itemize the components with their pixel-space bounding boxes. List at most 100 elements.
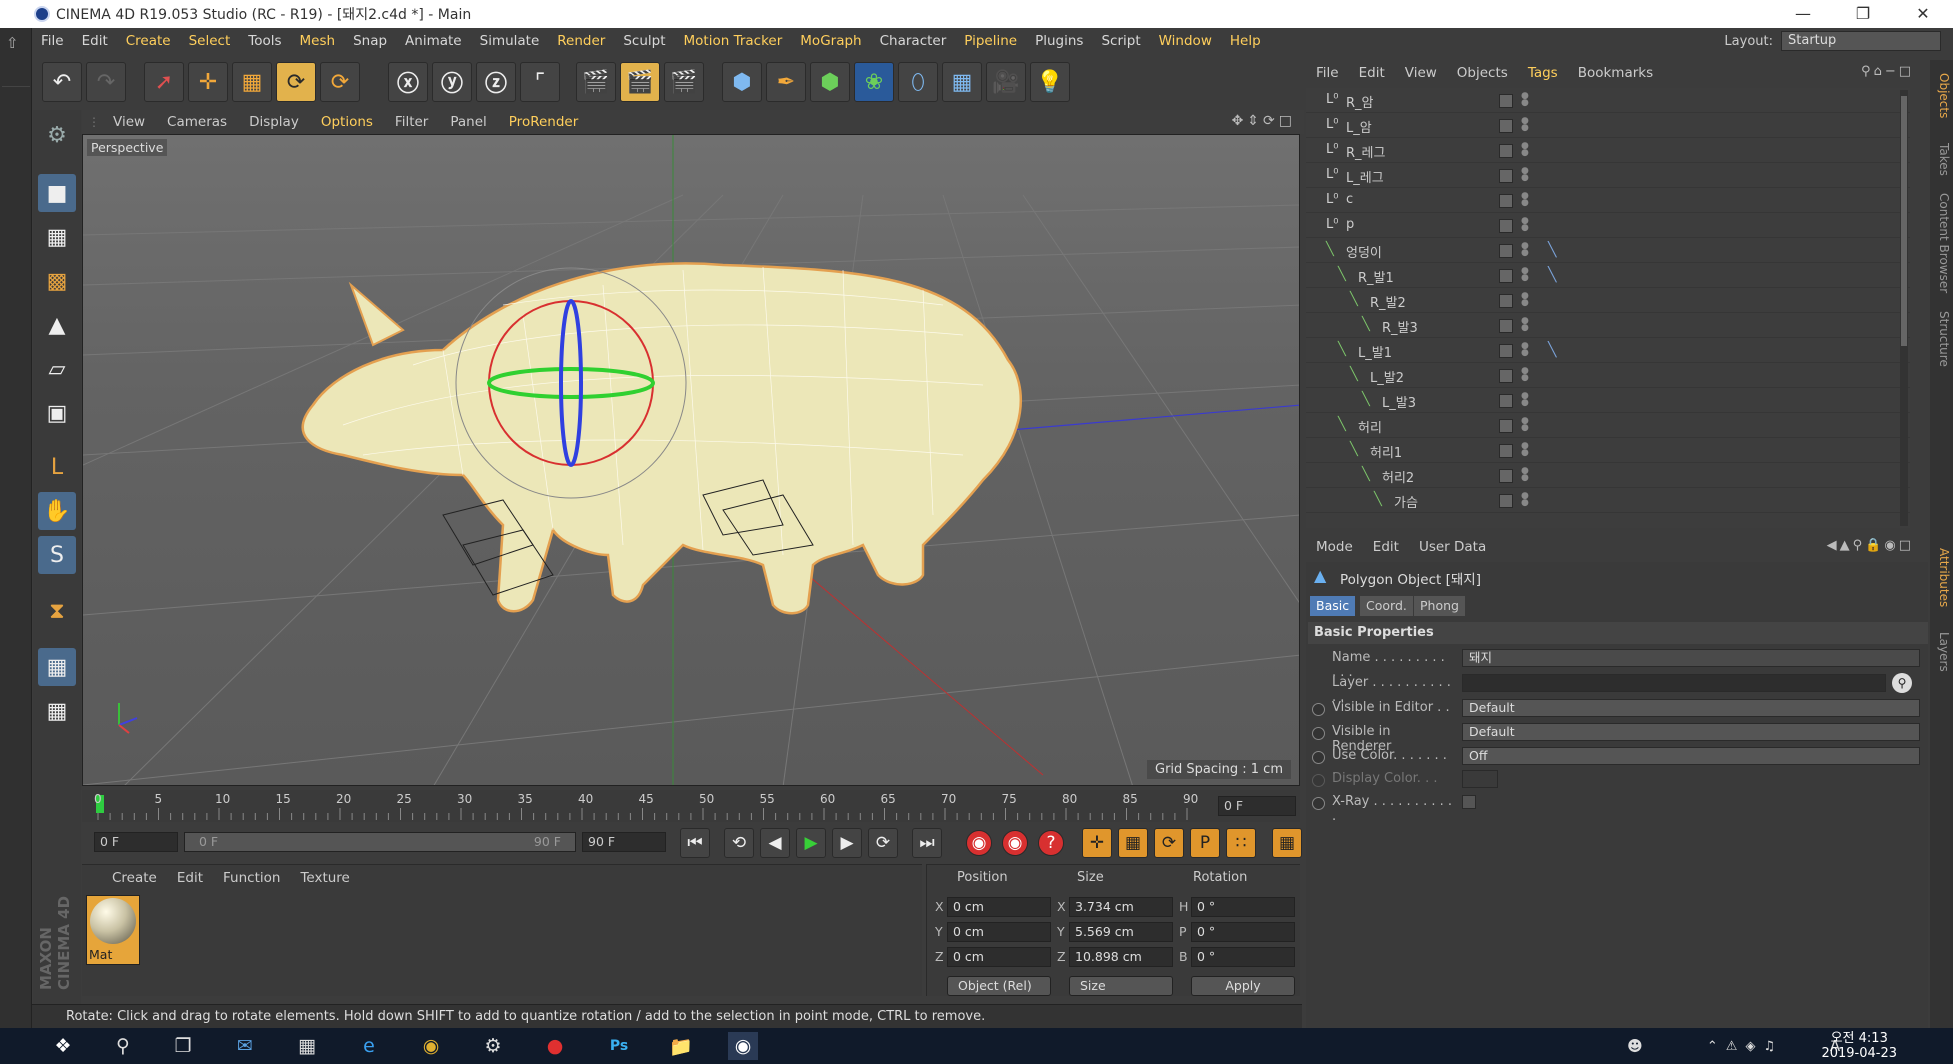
task-view-icon[interactable]: ❐ [168,1032,198,1060]
menu-simulate[interactable]: Simulate [471,28,549,54]
side-tab-attributes[interactable]: Attributes [1932,538,1951,618]
visibility-dots-icon[interactable]: ● ● [1521,467,1529,483]
layer-visibility-icon[interactable] [1499,269,1513,283]
menu-render[interactable]: Render [548,28,614,54]
layer-picker-icon[interactable]: ⚲ [1892,673,1912,693]
objects-menu-file[interactable]: File [1306,65,1349,81]
restore-icon[interactable]: ❐ [1833,0,1893,28]
scale-icon[interactable]: ▦ [232,62,272,102]
polygons-mode-icon[interactable]: ▣ [38,394,76,432]
visibility-dots-icon[interactable]: ● ● [1521,242,1529,258]
menu-sculpt[interactable]: Sculpt [614,28,674,54]
visibility-dots-icon[interactable]: ● ● [1521,292,1529,308]
previous-frame-icon[interactable]: ◀ [760,828,790,858]
x-axis-lock-icon[interactable]: ⓧ [388,62,428,102]
layer-visibility-icon[interactable] [1499,144,1513,158]
menu-animate[interactable]: Animate [396,28,471,54]
people-icon[interactable]: ☻ [1620,1032,1650,1060]
menu-mograph[interactable]: MoGraph [791,28,870,54]
visible-in-renderer-radio[interactable] [1312,727,1325,740]
object-row[interactable]: ╲ 엉덩이 ● ● ╲ [1306,238,1910,263]
visibility-dots-icon[interactable]: ● ● [1521,342,1529,358]
object-row[interactable]: ╲ R_발1 ● ● ╲ [1306,263,1910,288]
share-icon[interactable]: ⇧ [6,34,19,52]
menu-character[interactable]: Character [871,28,956,54]
grid-lock-icon[interactable]: ▦ [38,648,76,686]
visibility-dots-icon[interactable]: ● ● [1521,167,1529,183]
objects-scrollbar-thumb[interactable] [1901,96,1907,346]
layer-visibility-icon[interactable] [1499,469,1513,483]
side-tab-takes[interactable]: Takes [1932,134,1951,184]
layer-visibility-icon[interactable] [1499,169,1513,183]
object-row[interactable]: L⁰ c ● ● [1306,188,1910,213]
viewport-menu-options[interactable]: Options [310,114,384,130]
object-name[interactable]: 허리2 [1382,467,1414,486]
object-row[interactable]: ╲ 허리1 ● ● [1306,438,1910,463]
display-color-swatch[interactable] [1462,770,1498,788]
size-mode-dropdown[interactable]: Size [1069,976,1173,996]
menu-snap[interactable]: Snap [344,28,396,54]
subdivision-surface-icon[interactable]: ⬢ [810,62,850,102]
side-tab-structure[interactable]: Structure [1932,304,1951,374]
side-tab-content-browser[interactable]: Content Browser [1932,188,1951,298]
pen-spline-icon[interactable]: ✒ [766,62,806,102]
layer-visibility-icon[interactable] [1499,369,1513,383]
visibility-dots-icon[interactable]: ● ● [1521,192,1529,208]
start-icon[interactable]: ❖ [48,1032,78,1060]
objects-menu-view[interactable]: View [1395,65,1447,81]
viewport-menu-cameras[interactable]: Cameras [156,114,238,130]
viewport-nav-icons[interactable]: ✥⇕⟳□ [1232,113,1296,129]
system-tray-icons[interactable]: ⌃⚠◈♫ [1670,1032,1820,1060]
object-name[interactable]: 허리 [1358,417,1382,436]
rotation-p-field[interactable]: 0 ° [1191,922,1295,942]
visible-in-editor-radio[interactable] [1312,703,1325,716]
search-icon[interactable]: ⚲ [108,1032,138,1060]
gear-app-icon[interactable]: ⚙ [478,1032,508,1060]
tab-coord[interactable]: Coord. [1360,596,1413,616]
visibility-dots-icon[interactable]: ● ● [1521,92,1529,108]
undo-icon[interactable]: ↶ [42,62,82,102]
object-row[interactable]: L⁰ p ● ● [1306,213,1910,238]
position-x-field[interactable]: 0 cm [947,897,1051,917]
soft-selection-icon[interactable]: ▦ [38,692,76,730]
layer-visibility-icon[interactable] [1499,119,1513,133]
attributes-menu-edit[interactable]: Edit [1363,539,1409,555]
live-selection-icon[interactable]: ➚ [144,62,184,102]
object-name[interactable]: L_레그 [1346,167,1384,186]
menu-mesh[interactable]: Mesh [291,28,345,54]
z-axis-lock-icon[interactable]: ⓩ [476,62,516,102]
visibility-dots-icon[interactable]: ● ● [1521,267,1529,283]
render-to-picture-viewer-icon[interactable]: 🎬 [620,62,660,102]
texture-mode-icon[interactable]: ▦ [38,218,76,256]
object-row[interactable]: ╲ 허리2 ● ● [1306,463,1910,488]
menu-tools[interactable]: Tools [239,28,290,54]
ik-tag-icon[interactable]: ╲ [1548,242,1556,258]
x-ray-radio[interactable] [1312,797,1325,810]
objects-menu-bookmarks[interactable]: Bookmarks [1568,65,1663,81]
viewport-menu-filter[interactable]: Filter [384,114,439,130]
material-menu-create[interactable]: Create [102,870,167,886]
object-row[interactable]: L⁰ R_암 ● ● [1306,88,1910,113]
points-mode-icon[interactable]: ▲ [38,306,76,344]
recent-tools-icon[interactable]: ⟳ [320,62,360,102]
menu-help[interactable]: Help [1221,28,1270,54]
menu-edit[interactable]: Edit [73,28,117,54]
layer-visibility-icon[interactable] [1499,394,1513,408]
timeline-window-icon[interactable]: ▦ [1272,828,1302,858]
next-key-icon[interactable]: ⟳ [868,828,898,858]
visibility-dots-icon[interactable]: ● ● [1521,217,1529,233]
object-row[interactable]: ╲ L_발2 ● ● [1306,363,1910,388]
rotation-b-field[interactable]: 0 ° [1191,947,1295,967]
material-menu-edit[interactable]: Edit [167,870,213,886]
tab-phong[interactable]: Phong [1414,596,1465,616]
workplane-icon[interactable]: ▩ [38,262,76,300]
axis-mode-icon[interactable]: L [38,448,76,486]
use-color-radio[interactable] [1312,751,1325,764]
menu-select[interactable]: Select [180,28,240,54]
keyframe-selection-icon[interactable]: ? [1038,830,1064,856]
visibility-dots-icon[interactable]: ● ● [1521,317,1529,333]
chrome-icon[interactable]: ◉ [416,1032,446,1060]
light-icon[interactable]: 💡 [1030,62,1070,102]
cloner-icon[interactable]: ❀ [854,62,894,102]
recorder-icon[interactable]: ● [540,1032,570,1060]
